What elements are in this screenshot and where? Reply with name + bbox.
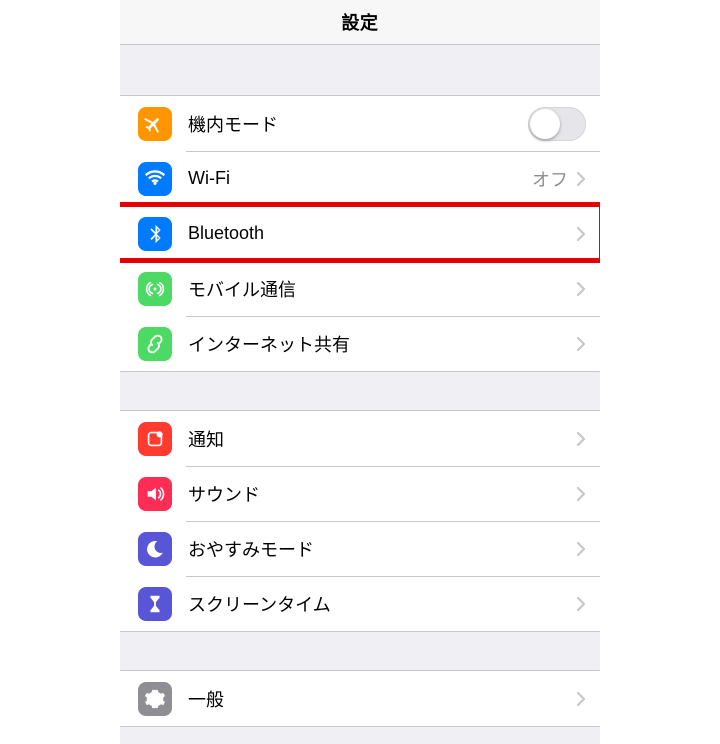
bluetooth-icon (138, 217, 172, 251)
row-general[interactable]: 一般 (120, 671, 600, 726)
row-cellular[interactable]: モバイル通信 (120, 261, 600, 316)
row-label: サウンド (188, 481, 576, 507)
page-title: 設定 (342, 9, 379, 35)
section-gap (120, 45, 600, 95)
row-label: モバイル通信 (188, 276, 576, 302)
link-icon (138, 327, 172, 361)
settings-screen: 設定 機内モード Wi-Fi オフ (120, 0, 600, 744)
section-gap (120, 372, 600, 410)
chevron-right-icon (576, 171, 586, 187)
row-label: スクリーンタイム (188, 591, 576, 617)
chevron-right-icon (576, 541, 586, 557)
chevron-right-icon (576, 691, 586, 707)
chevron-right-icon (576, 336, 586, 352)
row-airplane-mode[interactable]: 機内モード (120, 96, 600, 151)
hourglass-icon (138, 587, 172, 621)
row-wifi[interactable]: Wi-Fi オフ (120, 151, 600, 206)
row-notifications[interactable]: 通知 (120, 411, 600, 466)
section-gap (120, 632, 600, 670)
header-bar: 設定 (120, 0, 600, 45)
gear-icon (138, 682, 172, 716)
row-label: おやすみモード (188, 536, 576, 562)
row-do-not-disturb[interactable]: おやすみモード (120, 521, 600, 576)
row-sounds[interactable]: サウンド (120, 466, 600, 521)
settings-group-general: 一般 (120, 670, 600, 727)
row-label: Bluetooth (188, 223, 576, 244)
airplane-toggle[interactable] (528, 107, 586, 141)
row-screen-time[interactable]: スクリーンタイム (120, 576, 600, 631)
chevron-right-icon (576, 596, 586, 612)
settings-group-connectivity: 機内モード Wi-Fi オフ Bluetooth (120, 95, 600, 372)
row-label: 機内モード (188, 111, 528, 137)
row-bluetooth[interactable]: Bluetooth (120, 206, 600, 261)
antenna-icon (138, 272, 172, 306)
chevron-right-icon (576, 431, 586, 447)
moon-icon (138, 532, 172, 566)
row-label: Wi-Fi (188, 168, 532, 189)
chevron-right-icon (576, 226, 586, 242)
row-hotspot[interactable]: インターネット共有 (120, 316, 600, 371)
row-label: インターネット共有 (188, 331, 576, 357)
speaker-icon (138, 477, 172, 511)
settings-group-alerts: 通知 サウンド おやすみモード (120, 410, 600, 632)
notification-icon (138, 422, 172, 456)
wifi-icon (138, 162, 172, 196)
wifi-value: オフ (532, 166, 568, 192)
row-label: 通知 (188, 426, 576, 452)
toggle-knob (530, 109, 560, 139)
airplane-icon (138, 107, 172, 141)
chevron-right-icon (576, 281, 586, 297)
row-label: 一般 (188, 686, 576, 712)
chevron-right-icon (576, 486, 586, 502)
